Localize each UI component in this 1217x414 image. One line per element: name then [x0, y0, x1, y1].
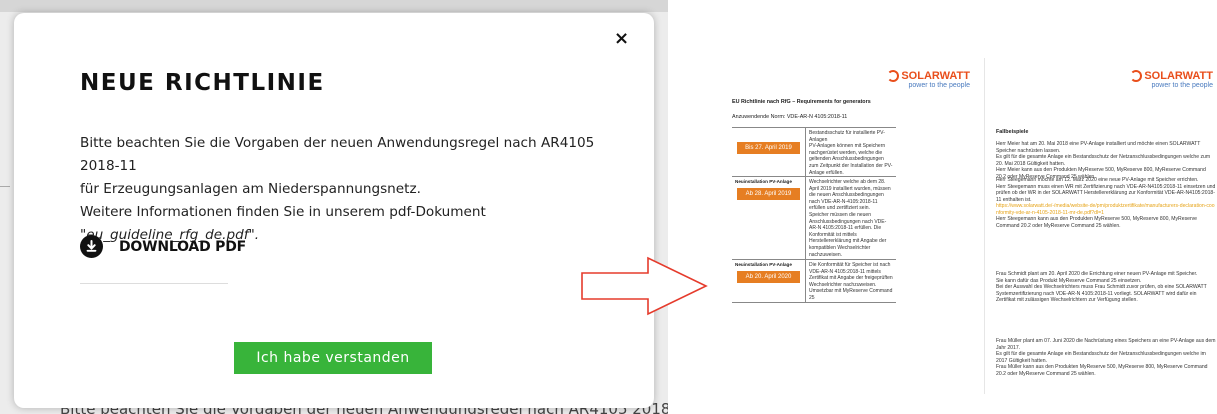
solarwatt-logo: SOLARWATT power to the people: [1130, 70, 1213, 89]
pdf-preview-page-1: SOLARWATT power to the people EU Richtli…: [732, 70, 974, 335]
background-divider: [0, 186, 10, 187]
pdf-preview-page-2: SOLARWATT power to the people Fallbeispi…: [996, 70, 1217, 377]
table-cell-label: Neuinstallation PV-Anlage Ab 28. April 20…: [732, 177, 806, 259]
download-icon: [80, 235, 103, 258]
date-badge: Ab 20. April 2020: [737, 271, 800, 283]
table-cell-label: Neuinstallation PV-Anlage Ab 20. April 20…: [732, 260, 806, 302]
download-pdf-link[interactable]: DOWNLOAD PDF: [80, 235, 246, 258]
solarwatt-logo: SOLARWATT power to the people: [887, 70, 970, 89]
row-label: Neuinstallation PV-Anlage: [735, 179, 792, 184]
background-header-strip: [0, 0, 668, 12]
row-label: Neuinstallation PV-Anlage: [735, 262, 792, 267]
example-paragraph: Frau Schmidt plant am 20. April 2020 die…: [996, 271, 1207, 303]
modal-body: Bitte beachten Sie die Vorgaben der neue…: [80, 132, 600, 247]
table-row: Bis 27. April 2019 Bestandsschutz für in…: [732, 128, 896, 177]
example-text: Herr Steegemann möchte am 12. März 2020 …: [996, 177, 1216, 203]
date-badge: Bis 27. April 2019: [737, 142, 800, 154]
table-cell-text: Die Konformität für Speicher ist nach VD…: [809, 262, 893, 301]
brand-tagline: power to the people: [908, 82, 971, 89]
brand-tagline: power to the people: [1151, 82, 1214, 89]
page-separator: [984, 58, 985, 394]
example-text: Herr Steegemann kann aus den Produkten M…: [996, 216, 1198, 229]
brand-name: SOLARWATT: [1144, 70, 1213, 82]
solarwatt-logo-icon: [1130, 70, 1143, 82]
table-cell-label: Bis 27. April 2019: [732, 128, 806, 176]
brand-name: SOLARWATT: [901, 70, 970, 82]
body-line: für Erzeugungsanlagen am Niederspannungs…: [80, 181, 421, 197]
download-pdf-label: DOWNLOAD PDF: [119, 238, 247, 255]
close-icon[interactable]: ×: [614, 30, 629, 48]
solarwatt-logo-icon: [887, 70, 900, 82]
example-paragraph: Frau Müller plant am 07. Juni 2020 die N…: [996, 338, 1216, 377]
confirm-button[interactable]: Ich habe verstanden: [234, 342, 432, 374]
red-arrow-icon: [581, 256, 708, 316]
body-line: Bitte beachten Sie die Vorgaben der neue…: [80, 135, 595, 174]
doc-heading: EU Richtlinie nach RfG – Requirements fo…: [732, 99, 871, 105]
requirements-table: Bis 27. April 2019 Bestandsschutz für in…: [732, 127, 896, 303]
doc-norm: Anzuwendende Norm: VDE-AR-N 4105:2018-11: [732, 114, 848, 120]
certificate-link[interactable]: https://www.solarwatt.de/-/media/website…: [996, 203, 1217, 216]
table-row: Neuinstallation PV-Anlage Ab 28. April 20…: [732, 177, 896, 260]
guideline-modal: × NEUE RICHTLINIE Bitte beachten Sie die…: [14, 13, 654, 408]
table-row: Neuinstallation PV-Anlage Ab 20. April 20…: [732, 260, 896, 303]
table-cell-text: Bestandsschutz für installierte PV-Anlag…: [809, 130, 893, 176]
date-badge: Ab 28. April 2019: [737, 188, 800, 200]
body-line: Weitere Informationen finden Sie in unse…: [80, 204, 486, 220]
table-cell-text: Wechselrichter welche ab dem 28. April 2…: [809, 179, 891, 258]
doc-heading: Fallbeispiele: [996, 129, 1029, 135]
example-paragraph: Herr Meier hat am 20. Mai 2018 eine PV-A…: [996, 141, 1211, 180]
example-paragraph: Herr Steegemann möchte am 12. März 2020 …: [996, 177, 1217, 229]
modal-title: NEUE RICHTLINIE: [80, 70, 325, 96]
download-underline: [80, 283, 228, 284]
